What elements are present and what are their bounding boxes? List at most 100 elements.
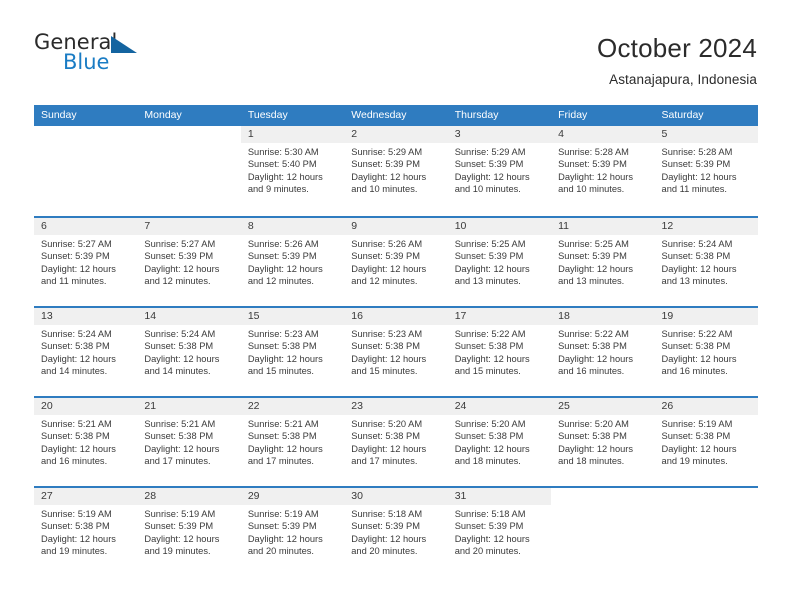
calendar-day-cell[interactable]: 5 Sunrise: 5:28 AM Sunset: 5:39 PM Daylight… — [654, 126, 758, 216]
daylight-text-line1: Daylight: 12 hours — [454, 353, 530, 364]
calendar-day-cell[interactable]: 3 Sunrise: 5:29 AM Sunset: 5:39 PM Daylight… — [447, 126, 552, 216]
sunrise-text: Sunrise: 5:28 AM — [661, 147, 733, 157]
sunset-text: Sunset: 5:39 PM — [247, 521, 317, 532]
sunrise-text: Sunrise: 5:22 AM — [454, 329, 526, 339]
sunset-text: Sunset: 5:39 PM — [144, 521, 214, 532]
calendar-day-cell[interactable]: 14 Sunrise: 5:24 AM Sunset: 5:38 PM Dayligh… — [137, 308, 241, 396]
weekday-header-friday: Friday — [558, 109, 588, 121]
title-block: October 2024 Astanajapura, Indonesia — [597, 32, 757, 87]
day-number: 6 — [41, 220, 47, 232]
calendar-day-cell[interactable]: 16 Sunrise: 5:23 AM Sunset: 5:38 PM Dayligh… — [344, 308, 448, 396]
sunrise-text: Sunrise: 5:24 AM — [41, 329, 112, 339]
calendar-day-cell[interactable]: 27 Sunrise: 5:19 AM Sunset: 5:38 PM Dayligh… — [34, 488, 138, 576]
calendar-day-cell[interactable]: 11 Sunrise: 5:25 AM Sunset: 5:39 PM Dayligh… — [551, 218, 655, 306]
daylight-text-line1: Daylight: 12 hours — [247, 443, 323, 454]
calendar-day-cell[interactable]: 29 Sunrise: 5:19 AM Sunset: 5:39 PM Dayligh… — [240, 488, 345, 576]
sunrise-text: Sunrise: 5:19 AM — [661, 419, 733, 429]
daylight-text-line1: Daylight: 12 hours — [41, 353, 116, 364]
sunset-text: Sunset: 5:38 PM — [661, 341, 731, 352]
calendar-day-cell[interactable]: 21 Sunrise: 5:21 AM Sunset: 5:38 PM Dayligh… — [137, 398, 241, 486]
calendar-weeks: 1 Sunrise: 5:30 AM Sunset: 5:40 PM Daylight… — [34, 126, 758, 576]
daylight-text-line2: and 20 minutes. — [247, 546, 314, 557]
calendar-day-cell[interactable]: 20 Sunrise: 5:21 AM Sunset: 5:38 PM Dayligh… — [34, 398, 138, 486]
calendar-day-cell[interactable]: 10 Sunrise: 5:25 AM Sunset: 5:39 PM Dayligh… — [447, 218, 552, 306]
daylight-text-line1: Daylight: 12 hours — [661, 353, 737, 364]
calendar-day-cell[interactable]: 15 Sunrise: 5:23 AM Sunset: 5:38 PM Dayligh… — [240, 308, 345, 396]
calendar-day-cell[interactable]: 23 Sunrise: 5:20 AM Sunset: 5:38 PM Dayligh… — [344, 398, 448, 486]
sunset-text: Sunset: 5:39 PM — [558, 251, 627, 262]
calendar-day-cell[interactable]: 9 Sunrise: 5:26 AM Sunset: 5:39 PM Daylight… — [344, 218, 448, 306]
day-number: 19 — [661, 310, 674, 322]
day-sun-info: Sunrise: 5:28 AM Sunset: 5:39 PM Daylight:… — [551, 143, 654, 196]
daylight-text-line1: Daylight: 12 hours — [661, 263, 737, 274]
day-sun-info: Sunrise: 5:26 AM Sunset: 5:39 PM Daylight:… — [241, 235, 344, 288]
calendar-day-cell[interactable]: 1 Sunrise: 5:30 AM Sunset: 5:40 PM Daylight… — [240, 126, 345, 216]
calendar-day-cell[interactable]: 22 Sunrise: 5:21 AM Sunset: 5:38 PM Dayligh… — [240, 398, 345, 486]
daylight-text-line2: and 12 minutes. — [247, 276, 314, 287]
general-blue-logo[interactable]: General Blue — [34, 32, 144, 80]
daylight-text-line1: Daylight: 12 hours — [454, 171, 530, 182]
calendar-day-cell[interactable]: 7 Sunrise: 5:27 AM Sunset: 5:39 PM Daylight… — [137, 218, 241, 306]
calendar-day-cell[interactable]: 25 Sunrise: 5:20 AM Sunset: 5:38 PM Dayligh… — [551, 398, 655, 486]
calendar-day-cell[interactable]: 2 Sunrise: 5:29 AM Sunset: 5:39 PM Daylight… — [344, 126, 448, 216]
daylight-text-line2: and 13 minutes. — [558, 276, 625, 287]
daylight-text-line2: and 16 minutes. — [41, 456, 108, 467]
calendar-day-cell[interactable]: 17 Sunrise: 5:22 AM Sunset: 5:38 PM Dayligh… — [447, 308, 552, 396]
calendar-day-cell[interactable]: 4 Sunrise: 5:28 AM Sunset: 5:39 PM Daylight… — [551, 126, 655, 216]
page-subtitle: Astanajapura, Indonesia — [609, 71, 757, 87]
day-number: 13 — [41, 310, 53, 322]
calendar-week-row: 27 Sunrise: 5:19 AM Sunset: 5:38 PM Dayligh… — [34, 486, 758, 576]
sunrise-text: Sunrise: 5:21 AM — [144, 419, 216, 429]
sunrise-text: Sunrise: 5:21 AM — [41, 419, 112, 429]
sunset-text: Sunset: 5:38 PM — [144, 341, 214, 352]
sunrise-text: Sunrise: 5:22 AM — [661, 329, 733, 339]
sunrise-text: Sunrise: 5:23 AM — [351, 329, 423, 339]
day-sun-info: Sunrise: 5:24 AM Sunset: 5:38 PM Daylight:… — [34, 325, 137, 378]
day-number-band: 11 — [551, 218, 655, 235]
calendar-day-cell[interactable]: 26 Sunrise: 5:19 AM Sunset: 5:38 PM Dayligh… — [654, 398, 758, 486]
daylight-text-line2: and 15 minutes. — [247, 366, 314, 377]
day-sun-info: Sunrise: 5:19 AM Sunset: 5:38 PM Daylight:… — [34, 505, 137, 558]
daylight-text-line1: Daylight: 12 hours — [144, 353, 220, 364]
calendar-day-cell[interactable]: 8 Sunrise: 5:26 AM Sunset: 5:39 PM Daylight… — [240, 218, 345, 306]
calendar-week-row: 6 Sunrise: 5:27 AM Sunset: 5:39 PM Daylight… — [34, 216, 758, 306]
daylight-text-line2: and 18 minutes. — [558, 456, 625, 467]
day-sun-info: Sunrise: 5:30 AM Sunset: 5:40 PM Daylight:… — [241, 143, 344, 196]
calendar-day-cell-empty — [654, 488, 758, 576]
day-sun-info: Sunrise: 5:19 AM Sunset: 5:38 PM Daylight:… — [655, 415, 758, 468]
daylight-text-line2: and 14 minutes. — [41, 366, 108, 377]
sunset-text: Sunset: 5:39 PM — [454, 521, 524, 532]
calendar-day-cell[interactable]: 31 Sunrise: 5:18 AM Sunset: 5:39 PM Dayligh… — [447, 488, 552, 576]
day-sun-info: Sunrise: 5:29 AM Sunset: 5:39 PM Daylight:… — [344, 143, 447, 196]
calendar-day-cell[interactable]: 13 Sunrise: 5:24 AM Sunset: 5:38 PM Dayligh… — [34, 308, 138, 396]
calendar-day-cell[interactable]: 18 Sunrise: 5:22 AM Sunset: 5:38 PM Dayligh… — [551, 308, 655, 396]
daylight-text-line1: Daylight: 12 hours — [41, 533, 116, 544]
calendar-day-cell[interactable]: 24 Sunrise: 5:20 AM Sunset: 5:38 PM Dayligh… — [447, 398, 552, 486]
day-sun-info: Sunrise: 5:23 AM Sunset: 5:38 PM Daylight:… — [241, 325, 344, 378]
daylight-text-line1: Daylight: 12 hours — [661, 443, 737, 454]
day-number-band: 17 — [447, 308, 552, 325]
daylight-text-line1: Daylight: 12 hours — [351, 443, 427, 454]
day-number-band: 28 — [137, 488, 241, 505]
sunset-text: Sunset: 5:38 PM — [661, 431, 731, 442]
sunset-text: Sunset: 5:39 PM — [351, 159, 420, 170]
daylight-text-line1: Daylight: 12 hours — [247, 533, 323, 544]
calendar-day-cell[interactable]: 19 Sunrise: 5:22 AM Sunset: 5:38 PM Dayligh… — [654, 308, 758, 396]
calendar-day-cell[interactable]: 28 Sunrise: 5:19 AM Sunset: 5:39 PM Dayligh… — [137, 488, 241, 576]
sunrise-text: Sunrise: 5:30 AM — [247, 147, 319, 157]
day-number-band: 14 — [137, 308, 241, 325]
day-sun-info: Sunrise: 5:27 AM Sunset: 5:39 PM Daylight:… — [137, 235, 240, 288]
calendar-day-cell[interactable]: 6 Sunrise: 5:27 AM Sunset: 5:39 PM Daylight… — [34, 218, 138, 306]
day-sun-info: Sunrise: 5:29 AM Sunset: 5:39 PM Daylight:… — [448, 143, 551, 196]
day-sun-info: Sunrise: 5:19 AM Sunset: 5:39 PM Daylight:… — [137, 505, 240, 558]
calendar-day-cell[interactable]: 30 Sunrise: 5:18 AM Sunset: 5:39 PM Dayligh… — [344, 488, 448, 576]
day-number-band — [551, 488, 654, 505]
day-number-band — [137, 126, 240, 143]
day-sun-info: Sunrise: 5:22 AM Sunset: 5:38 PM Daylight:… — [655, 325, 758, 378]
day-number: 25 — [558, 400, 570, 412]
calendar-day-cell[interactable]: 12 Sunrise: 5:24 AM Sunset: 5:38 PM Dayligh… — [654, 218, 758, 306]
sunrise-text: Sunrise: 5:25 AM — [558, 239, 629, 249]
day-number: 20 — [41, 400, 53, 412]
weekday-header-sunday: Sunday — [41, 109, 77, 121]
day-sun-info: Sunrise: 5:26 AM Sunset: 5:39 PM Daylight:… — [344, 235, 447, 288]
